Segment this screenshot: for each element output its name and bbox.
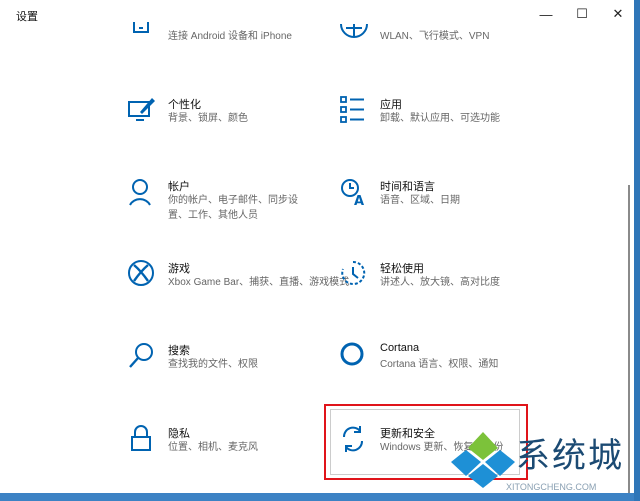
desktop-edge-right [634, 0, 640, 501]
tile-cortana[interactable]: Cortana Cortana 语言、权限、通知 [340, 342, 580, 402]
tile-desc: 连接 Android 设备和 iPhone [168, 31, 292, 42]
tile-desc: Cortana 语言、权限、通知 [380, 359, 499, 370]
tile-desc: 语音、区域、日期 [380, 195, 460, 206]
tile-desc: 查找我的文件、权限 [168, 359, 258, 370]
tile-personalization[interactable]: 个性化 背景、锁屏、颜色 [128, 96, 368, 156]
tile-desc: 背景、锁屏、颜色 [168, 113, 248, 124]
tile-ease-of-access[interactable]: 轻松使用 讲述人、放大镜、高对比度 [340, 260, 580, 320]
tile-title: 个性化 [168, 99, 201, 111]
tile-desc: 你的帐户、电子邮件、同步设置、工作、其他人员 [168, 195, 298, 221]
tile-desc: 讲述人、放大镜、高对比度 [380, 277, 500, 288]
tile-phone[interactable]: 连接 Android 设备和 iPhone [128, 22, 368, 82]
close-button[interactable]: ✕ [600, 0, 636, 28]
tile-search[interactable]: 搜索 查找我的文件、权限 [128, 342, 368, 402]
tile-title: 帐户 [168, 181, 190, 193]
tile-title: Cortana [380, 342, 420, 354]
tile-apps[interactable]: 应用 卸载、默认应用、可选功能 [340, 96, 580, 156]
tile-time-language[interactable]: A 时间和语言 语音、区域、日期 [340, 178, 580, 238]
lock-icon [131, 425, 151, 451]
tile-title: 轻松使用 [380, 263, 424, 275]
watermark-logo [451, 432, 515, 488]
account-icon [129, 179, 151, 206]
watermark-text: 系统城 [516, 436, 624, 476]
tile-desc: Xbox Game Bar、捕获、直播、游戏模式 [168, 277, 350, 288]
tile-network[interactable]: WLAN、飞行模式、VPN [340, 22, 580, 82]
search-icon [129, 343, 153, 368]
xbox-icon [128, 260, 154, 286]
watermark-url: XITONGCHENG.COM [506, 482, 597, 492]
svg-text:A: A [354, 194, 364, 206]
tile-accounts[interactable]: 帐户 你的帐户、电子邮件、同步设置、工作、其他人员 [128, 178, 368, 238]
tile-title: 时间和语言 [380, 181, 435, 193]
tile-desc: 卸载、默认应用、可选功能 [380, 113, 500, 124]
ease-of-access-icon [341, 260, 366, 285]
tile-title: 应用 [380, 99, 402, 111]
time-language-icon: A [341, 179, 364, 206]
tile-title: 游戏 [168, 263, 190, 275]
tile-desc: WLAN、飞行模式、VPN [380, 31, 490, 42]
globe-icon [340, 23, 368, 38]
tile-gaming[interactable]: 游戏 Xbox Game Bar、捕获、直播、游戏模式 [128, 260, 368, 320]
tile-title: 搜索 [168, 345, 190, 357]
personalization-icon [128, 98, 155, 121]
desktop-edge-bottom [0, 493, 640, 501]
tile-title: 隐私 [168, 428, 190, 440]
cortana-icon [340, 342, 364, 366]
phone-icon [133, 22, 149, 33]
watermark: 系统城 XITONGCHENG.COM [446, 424, 640, 501]
tile-desc: 位置、相机、麦克风 [168, 442, 258, 453]
window-title: 设置 [16, 11, 38, 23]
apps-icon [340, 96, 364, 123]
